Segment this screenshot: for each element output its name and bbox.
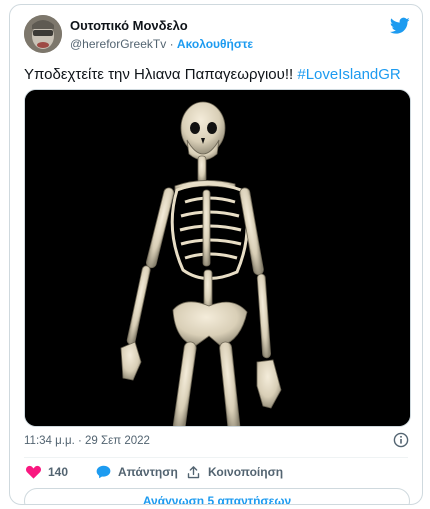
tweet-body: Υποδεχτείτε την Ηλιανα Παπαγεωργιου!! <box>24 66 294 83</box>
handle-separator: · <box>169 37 174 51</box>
twitter-bird-icon[interactable] <box>390 17 410 35</box>
hashtag-link[interactable]: #LoveIslandGR <box>297 66 400 83</box>
reply-label: Απάντηση <box>118 465 178 479</box>
follow-button[interactable]: Ακολουθήστε <box>177 37 253 51</box>
tweet-timestamp[interactable]: 11:34 μ.μ. · 29 Σεπ 2022 <box>24 434 150 448</box>
like-action[interactable]: 140 <box>26 463 68 481</box>
info-icon[interactable] <box>393 432 409 448</box>
author-names: Ουτοπικό Μονδελο @hereforGreekTv · Ακολο… <box>70 18 253 52</box>
skeleton-image-icon <box>25 90 410 426</box>
tweet-header: Ουτοπικό Μονδελο @hereforGreekTv · Ακολο… <box>10 5 422 65</box>
heart-icon <box>26 465 41 479</box>
reply-bubble-icon <box>96 465 111 479</box>
author-handle[interactable]: @hereforGreekTv <box>70 37 166 51</box>
author-display-name[interactable]: Ουτοπικό Μονδελο <box>70 18 253 34</box>
read-replies-button[interactable]: Ανάγνωση 5 απαντήσεων <box>24 488 410 504</box>
author-handle-row: @hereforGreekTv · Ακολουθήστε <box>70 36 253 52</box>
share-action[interactable]: Κοινοποίηση <box>186 463 283 481</box>
author-avatar[interactable] <box>24 15 62 53</box>
like-count: 140 <box>48 465 69 479</box>
tweet-card: Ουτοπικό Μονδελο @hereforGreekTv · Ακολο… <box>9 4 423 505</box>
tweet-text: Υποδεχτείτε την Ηλιανα Παπαγεωργιου!! #L… <box>24 65 401 85</box>
tweet-media[interactable] <box>24 89 411 427</box>
actions-divider <box>24 457 408 458</box>
avatar-photo-icon <box>24 15 62 53</box>
share-label: Κοινοποίηση <box>208 465 284 479</box>
reply-action[interactable]: Απάντηση <box>96 463 178 481</box>
share-icon <box>187 465 200 478</box>
